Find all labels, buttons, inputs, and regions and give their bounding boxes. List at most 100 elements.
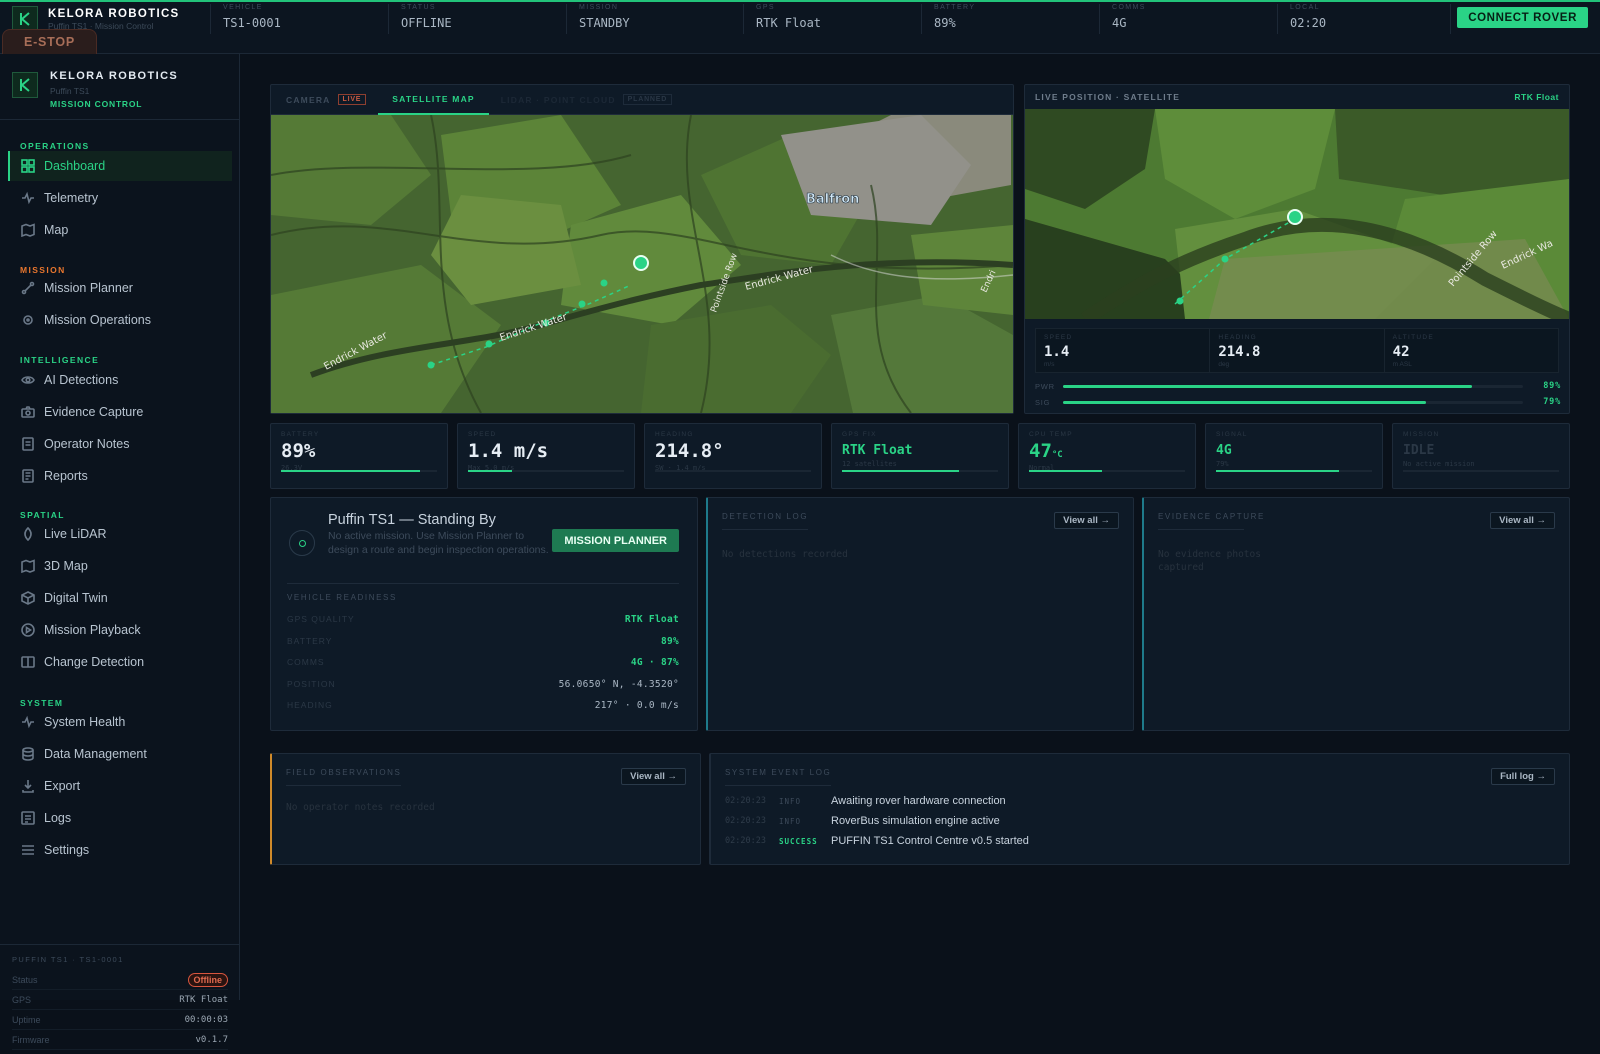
live-position-panel: LIVE POSITION · SATELLITE RTK Float Poin…	[1024, 84, 1570, 414]
readiness-label: BATTERY	[287, 635, 333, 646]
sidebar-item-ai-detections[interactable]: AI Detections	[8, 365, 232, 395]
sidebar-item-3d-map[interactable]: 3D Map	[8, 551, 232, 581]
readiness-row-comms: COMMS 4G · 87%	[287, 657, 679, 671]
sidebar-item-label: Reports	[44, 469, 88, 483]
mission-playback-icon	[21, 623, 35, 637]
sidebar-item-label: Mission Playback	[44, 623, 141, 637]
event-row: 02:20:23 SUCCESS PUFFIN TS1 Control Centre…	[725, 834, 1029, 848]
sidebar-item-change-detection[interactable]: Change Detection	[8, 647, 232, 677]
standby-description: No active mission. Use Mission Planner t…	[328, 530, 549, 556]
metric-label: BATTERY	[281, 431, 320, 438]
sidebar-item-operator-notes[interactable]: Operator Notes	[8, 429, 232, 459]
sidebar-item-digital-twin[interactable]: Digital Twin	[8, 583, 232, 613]
settings-icon	[22, 845, 34, 855]
satellite-map[interactable]: Balfron Endrick Water Endrick Water Endr…	[271, 115, 1013, 413]
live-bar-sig: SIG 79%	[1035, 396, 1561, 408]
sidebar-item-mission-planner[interactable]: Mission Planner	[8, 273, 232, 303]
detection-log-panel: DETECTION LOG View all → No detections r…	[706, 497, 1134, 731]
reports-icon	[22, 469, 34, 483]
tab-badge: PLANNED	[622, 94, 673, 105]
sidebar-item-system-health[interactable]: System Health	[8, 707, 232, 737]
sidebar-item-label: System Health	[44, 715, 126, 729]
metric-label: CPU TEMP	[1029, 431, 1073, 438]
data-management-icon	[22, 747, 34, 761]
metric-value-text: 4G	[1216, 443, 1232, 458]
event-row: 02:20:23 INFO Awaiting rover hardware conn…	[725, 794, 1006, 808]
status-comms: COMMS 4G	[1099, 4, 1146, 34]
mission-planner-button[interactable]: MISSION PLANNER	[552, 529, 679, 552]
readiness-label: HEADING	[287, 700, 333, 710]
sidebar-item-reports[interactable]: Reports	[8, 461, 232, 491]
sidebar-item-export[interactable]: Export	[8, 771, 232, 801]
metric-card-signal: SIGNAL 4G 79%	[1205, 423, 1383, 489]
dashboard-icon	[21, 159, 35, 173]
sidebar-item-telemetry[interactable]: Telemetry	[8, 183, 232, 213]
tab-lidar-point-cloud[interactable]: LIDAR · POINT CLOUD PLANNED	[501, 85, 673, 115]
metric-label: HEADING	[655, 431, 694, 438]
digital-twin-icon	[21, 591, 35, 605]
status-value: STANDBY	[579, 16, 630, 30]
live-stat-label: SPEED	[1044, 334, 1073, 341]
live-lidar-icon	[24, 527, 32, 541]
metric-sub: 79%	[1216, 460, 1229, 468]
tab-label: SATELLITE MAP	[392, 93, 475, 104]
tab-satellite-map[interactable]: SATELLITE MAP	[378, 85, 489, 115]
sidebar: KELORA ROBOTICS Puffin TS1 MISSION CONTR…	[0, 54, 240, 1050]
live-stat-speed: SPEED 1.4 m/s	[1036, 329, 1211, 372]
status-label: GPS	[756, 4, 775, 11]
sidebar-item-evidence-capture[interactable]: Evidence Capture	[8, 397, 232, 427]
sidebar-item-label: 3D Map	[44, 559, 88, 573]
sidebar-item-mission-playback[interactable]: Mission Playback	[8, 615, 232, 645]
kelora-logo-icon	[12, 72, 38, 98]
readiness-row-position: POSITION 56.0650° N, -4.3520°	[287, 679, 679, 693]
summary-label: Status	[12, 974, 38, 985]
tab-camera[interactable]: CAMERA LIVE	[286, 85, 367, 115]
sidebar-item-data-management[interactable]: Data Management	[8, 739, 232, 769]
metric-value-text: 1.4 m/s	[468, 440, 549, 462]
full-log-button[interactable]: Full log →	[1491, 768, 1555, 785]
live-position-map[interactable]: Pointside Row Endrick Wa	[1025, 109, 1569, 319]
metric-value: RTK Float	[842, 443, 998, 458]
field-empty-state: No operator notes recorded	[286, 802, 435, 813]
status-label: COMMS	[1112, 4, 1146, 11]
status-label: BATTERY	[934, 4, 976, 11]
section-intelligence: INTELLIGENCE	[20, 355, 100, 365]
connect-rover-button[interactable]: CONNECT ROVER	[1457, 7, 1588, 28]
sidebar-item-live-lidar[interactable]: Live LiDAR	[8, 519, 232, 549]
sidebar-item-settings[interactable]: Settings	[8, 835, 232, 865]
bar-percent: 79%	[1543, 397, 1561, 407]
status-value: 89%	[934, 16, 956, 30]
section-operations: OPERATIONS	[20, 141, 90, 151]
live-stat-unit: deg	[1218, 361, 1230, 368]
detection-view-all-button[interactable]: View all →	[1054, 512, 1119, 529]
sidebar-item-mission-operations[interactable]: Mission Operations	[8, 305, 232, 335]
metric-card-cpu-temp: CPU TEMP 47°C Normal	[1018, 423, 1196, 489]
system-health-icon	[22, 715, 34, 729]
sidebar-item-label: Settings	[44, 843, 90, 857]
summary-row-status: Status Offline	[12, 970, 228, 990]
sidebar-item-label: Operator Notes	[44, 437, 130, 451]
field-view-all-button[interactable]: View all →	[621, 768, 686, 785]
event-row: 02:20:23 INFO RoverBus simulation engine a…	[725, 814, 1000, 828]
readiness-row-heading: HEADING 217° · 0.0 m/s	[287, 700, 679, 714]
event-level: INFO	[779, 796, 802, 806]
evidence-capture-icon	[21, 406, 35, 418]
status-local: LOCAL 02:20	[1277, 4, 1326, 34]
readiness-label: POSITION	[287, 678, 336, 689]
e-stop-button[interactable]: E-STOP	[2, 29, 97, 54]
sidebar-item-logs[interactable]: Logs	[8, 803, 232, 833]
vehicle-summary-title: PUFFIN TS1 · TS1-0001	[12, 955, 124, 964]
live-stat-value: 42	[1392, 344, 1410, 360]
metric-card-mission: MISSION IDLE No active mission	[1392, 423, 1570, 489]
sidebar-item-map[interactable]: Map	[8, 215, 232, 245]
event-time: 02:20:23	[725, 816, 766, 826]
status-gps: GPS RTK Float	[743, 4, 821, 34]
sidebar-item-dashboard[interactable]: Dashboard	[8, 151, 232, 181]
vehicle-summary: PUFFIN TS1 · TS1-0001 Status Offline GPS RT…	[0, 944, 240, 1054]
operator-notes-icon	[22, 437, 34, 451]
evidence-view-all-button[interactable]: View all →	[1490, 512, 1555, 529]
sidebar-item-label: Live LiDAR	[44, 527, 107, 541]
live-stat-value: 214.8	[1218, 344, 1261, 360]
live-bar-pwr: PWR 89%	[1035, 380, 1561, 392]
event-time: 02:20:23	[725, 796, 766, 806]
